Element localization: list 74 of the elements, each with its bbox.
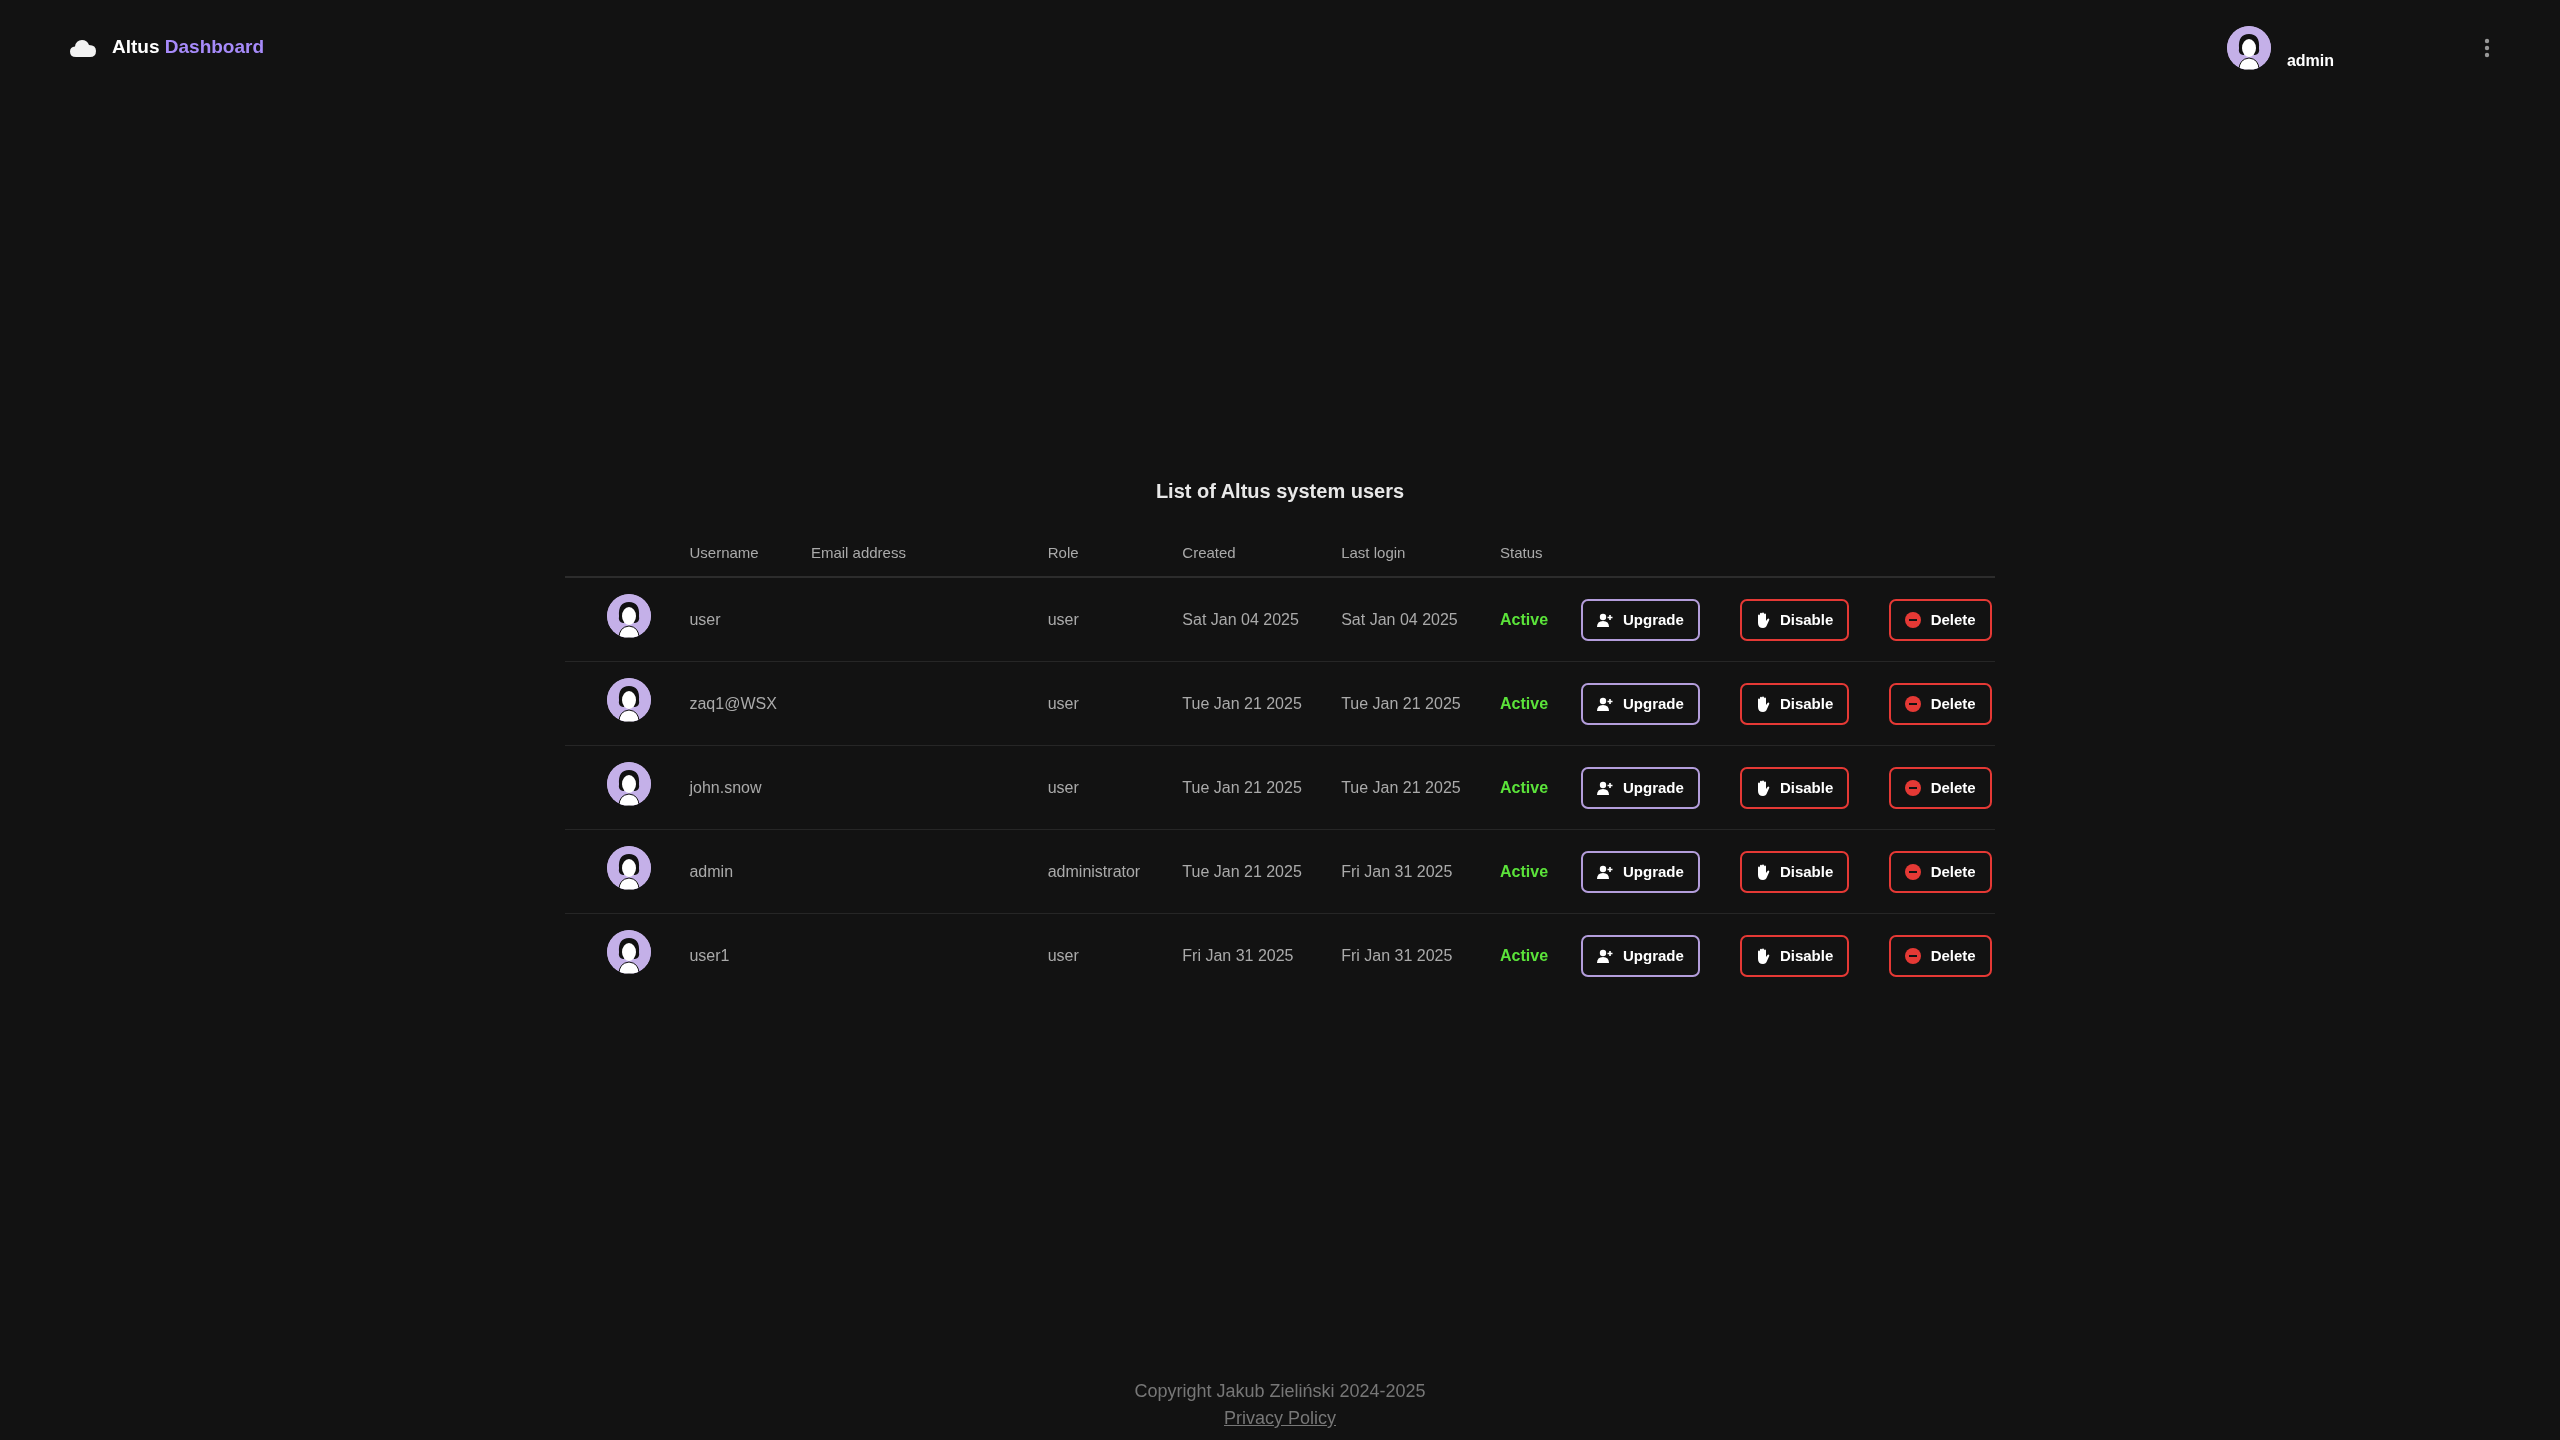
username: zaq1@WSX: [689, 694, 777, 712]
username: user1: [689, 946, 730, 964]
delete-button[interactable]: Delete: [1888, 598, 1992, 641]
role: user: [1047, 694, 1079, 712]
disable-button[interactable]: Disable: [1739, 766, 1850, 809]
avatar-icon: [607, 678, 651, 723]
last-login-date: Fri Jan 31 2025: [1341, 862, 1453, 880]
delete-button[interactable]: Delete: [1888, 766, 1992, 809]
more-options-icon[interactable]: [2484, 37, 2490, 58]
column-header: Status: [1500, 543, 1543, 561]
avatar-icon: [607, 846, 651, 891]
delete-button[interactable]: Delete: [1888, 850, 1992, 893]
table-title: List of Altus system users: [1155, 478, 1405, 504]
last-login-date: Tue Jan 21 2025: [1341, 694, 1461, 712]
hand-icon: [1755, 611, 1770, 628]
avatar-icon: [607, 762, 651, 807]
status-label: Active: [1500, 778, 1549, 796]
column-header: Last login: [1341, 543, 1406, 561]
upgrade-button[interactable]: Upgrade: [1581, 682, 1700, 725]
created-date: Sat Jan 04 2025: [1182, 610, 1299, 628]
status-label: Active: [1500, 862, 1549, 880]
add-user-icon: [1597, 696, 1613, 711]
last-login-date: Tue Jan 21 2025: [1341, 778, 1461, 796]
username: user: [689, 610, 721, 628]
add-user-icon: [1597, 612, 1613, 627]
cloud-icon: [70, 38, 96, 57]
column-header: Email address: [810, 543, 906, 561]
minus-circle-icon: [1904, 779, 1921, 796]
role: user: [1047, 946, 1079, 964]
delete-button[interactable]: Delete: [1888, 934, 1992, 977]
column-header: Role: [1047, 543, 1079, 561]
role: administrator: [1047, 862, 1141, 880]
created-date: Tue Jan 21 2025: [1182, 778, 1302, 796]
copyright-text: Copyright Jakub Zieliński 2024-2025: [1134, 1380, 1426, 1403]
hand-icon: [1755, 863, 1770, 880]
status-label: Active: [1500, 610, 1549, 628]
status-label: Active: [1500, 694, 1549, 712]
app-logo-text[interactable]: Altus Dashboard: [112, 33, 265, 62]
role: user: [1047, 610, 1079, 628]
last-login-date: Sat Jan 04 2025: [1341, 610, 1458, 628]
hand-icon: [1755, 779, 1770, 796]
hand-icon: [1755, 947, 1770, 964]
delete-button[interactable]: Delete: [1888, 682, 1992, 725]
last-login-date: Fri Jan 31 2025: [1341, 946, 1453, 964]
add-user-icon: [1597, 948, 1613, 963]
add-user-icon: [1597, 864, 1613, 879]
user-name: admin: [2286, 50, 2334, 71]
disable-button[interactable]: Disable: [1739, 934, 1850, 977]
avatar-icon: [607, 930, 651, 975]
created-date: Tue Jan 21 2025: [1182, 862, 1302, 880]
disable-button[interactable]: Disable: [1739, 598, 1850, 641]
status-label: Active: [1500, 946, 1549, 964]
disable-button[interactable]: Disable: [1739, 682, 1850, 725]
created-date: Tue Jan 21 2025: [1182, 694, 1302, 712]
upgrade-button[interactable]: Upgrade: [1581, 598, 1700, 641]
avatar-icon[interactable]: [2226, 25, 2271, 70]
upgrade-button[interactable]: Upgrade: [1581, 766, 1700, 809]
minus-circle-icon: [1904, 947, 1921, 964]
username: admin: [689, 862, 734, 880]
minus-circle-icon: [1904, 863, 1921, 880]
upgrade-button[interactable]: Upgrade: [1581, 934, 1700, 977]
disable-button[interactable]: Disable: [1739, 850, 1850, 893]
add-user-icon: [1597, 780, 1613, 795]
created-date: Fri Jan 31 2025: [1182, 946, 1294, 964]
avatar-icon: [607, 594, 651, 639]
role: user: [1047, 778, 1079, 796]
upgrade-button[interactable]: Upgrade: [1581, 850, 1700, 893]
hand-icon: [1755, 695, 1770, 712]
username: john.snow: [689, 778, 762, 796]
privacy-policy-link[interactable]: Privacy Policy: [1224, 1405, 1336, 1432]
column-header: Created: [1182, 543, 1236, 561]
minus-circle-icon: [1904, 695, 1921, 712]
minus-circle-icon: [1904, 611, 1921, 628]
column-header: Username: [689, 543, 759, 561]
